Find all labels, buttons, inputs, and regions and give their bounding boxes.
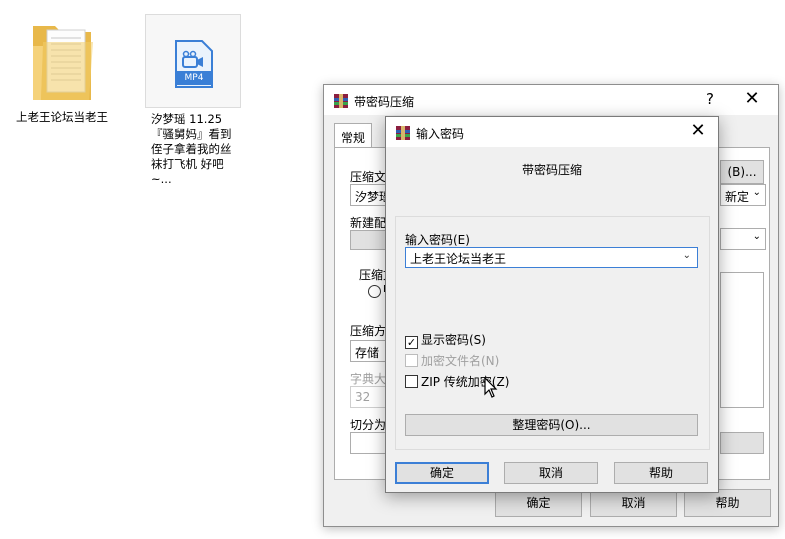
pw-ok-button[interactable]: 确定	[395, 462, 489, 484]
folder-icon	[33, 26, 93, 100]
profile-label: 新建配	[350, 216, 387, 230]
options-list[interactable]	[720, 272, 764, 408]
winrar-icon	[334, 94, 348, 108]
back-dialog-titlebar[interactable]: 带密码压缩 ? ✕	[324, 85, 778, 115]
chevron-down-icon: ⌄	[752, 187, 761, 198]
split-input[interactable]	[350, 432, 390, 454]
encrypt-names-label: 加密文件名(N)	[421, 354, 500, 368]
encrypt-names-option[interactable]: 加密文件名(N)	[405, 352, 499, 368]
profile-button[interactable]	[350, 230, 390, 250]
profile-select[interactable]: ⌄	[720, 228, 766, 250]
method-label: 压缩方	[350, 324, 387, 338]
pw-dialog-titlebar[interactable]: 输入密码 ✕	[386, 117, 718, 147]
video-thumbnail: MP4	[145, 14, 241, 108]
winrar-icon	[396, 126, 410, 140]
ok-button[interactable]: 确定	[495, 489, 582, 517]
desktop-video-icon[interactable]: MP4 汐梦瑶 11.25『骚舅妈』看到侄子拿着我的丝袜打飞机 好吧~...	[145, 14, 241, 187]
chevron-down-icon: ⌄	[752, 231, 761, 242]
help-button[interactable]: 帮助	[684, 489, 771, 517]
show-password-option[interactable]: ✓ 显示密码(S)	[405, 331, 486, 349]
back-dialog-title: 带密码压缩	[354, 95, 415, 109]
password-input-label: 输入密码(E)	[405, 233, 470, 247]
help-icon[interactable]: ?	[700, 90, 720, 108]
method-select[interactable]: 存储	[350, 340, 390, 362]
desktop-folder-icon[interactable]: 上老王论坛当老王	[14, 16, 110, 125]
format-rar-radio[interactable]	[368, 285, 381, 298]
update-mode-value: 新定	[725, 190, 750, 204]
archive-name-input[interactable]: 汐梦瑶	[350, 184, 390, 206]
pw-dialog-header: 带密码压缩	[521, 163, 582, 177]
enter-password-dialog: 输入密码 ✕ 带密码压缩 输入密码(E) 上老王论坛当老王 ⌄ ✓ 显示密码(S)…	[385, 116, 719, 493]
dict-select[interactable]: 32	[350, 386, 390, 408]
show-password-label: 显示密码(S)	[421, 333, 486, 347]
encrypt-names-checkbox[interactable]	[405, 354, 418, 367]
manage-passwords-button[interactable]: 整理密码(O)...	[405, 414, 698, 436]
browse-button[interactable]: (B)...	[720, 160, 764, 184]
password-group: 输入密码(E) 上老王论坛当老王 ⌄ ✓ 显示密码(S) 加密文件名(N) ZIP…	[395, 216, 710, 450]
dict-label: 字典大	[350, 372, 387, 386]
zip-legacy-checkbox[interactable]	[405, 375, 418, 388]
password-input[interactable]: 上老王论坛当老王 ⌄	[405, 247, 698, 268]
update-mode-select[interactable]: 新定 ⌄	[720, 184, 766, 206]
video-label: 汐梦瑶 11.25『骚舅妈』看到侄子拿着我的丝袜打飞机 好吧~...	[151, 112, 232, 186]
mouse-pointer-icon	[484, 377, 498, 398]
close-icon[interactable]: ✕	[688, 120, 708, 141]
pw-cancel-button[interactable]: 取消	[504, 462, 598, 484]
show-password-checkbox[interactable]: ✓	[405, 336, 418, 349]
folder-label: 上老王论坛当老王	[16, 110, 108, 124]
chevron-down-icon[interactable]: ⌄	[683, 250, 691, 261]
pw-help-button[interactable]: 帮助	[614, 462, 708, 484]
split-label: 切分为	[350, 418, 387, 432]
pw-dialog-title: 输入密码	[416, 127, 465, 141]
archive-name-label: 压缩文	[350, 170, 387, 184]
set-password-button[interactable]	[720, 432, 764, 454]
mp4-badge: MP4	[176, 71, 212, 85]
cancel-button[interactable]: 取消	[590, 489, 677, 517]
password-value: 上老王论坛当老王	[410, 252, 507, 266]
close-icon[interactable]: ✕	[742, 88, 762, 109]
tab-general[interactable]: 常规	[334, 123, 373, 148]
